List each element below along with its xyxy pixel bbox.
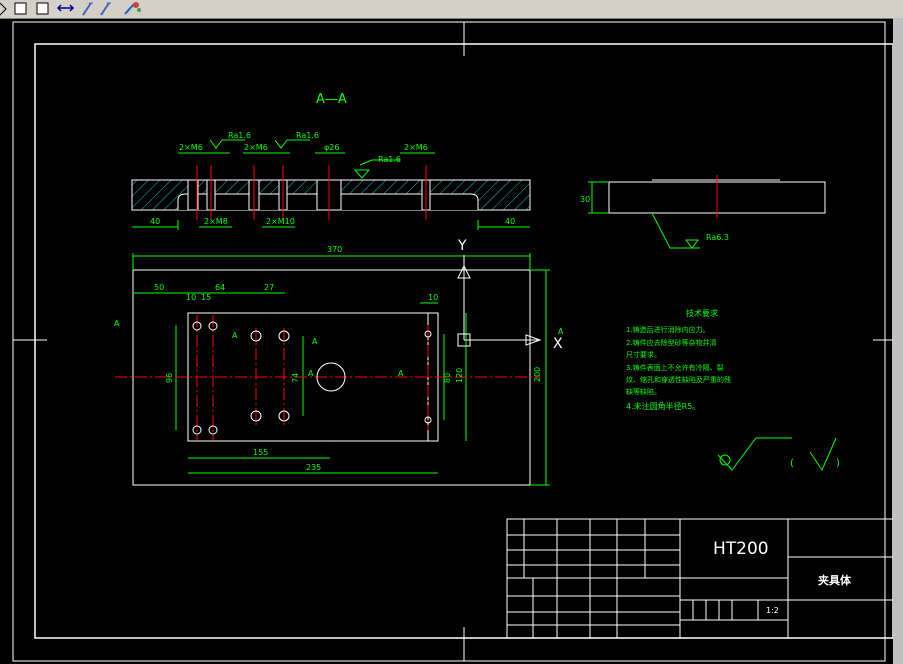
callout-top-1: 2×M6 <box>179 143 203 152</box>
dim-64: 64 <box>215 283 225 292</box>
dim-200: 200 <box>533 367 542 382</box>
plan-dim-labels: 370 50 10 15 64 27 10 200 96 74 80 120 1… <box>114 245 564 472</box>
callout-bottom-4: 40 <box>505 217 515 226</box>
axis-x-label: X <box>553 336 563 352</box>
roughness-close-paren: ) <box>836 458 840 469</box>
dim-155: 155 <box>253 448 268 457</box>
plan-dims <box>132 253 550 486</box>
dim-50: 50 <box>154 283 164 292</box>
paint-tool-icon[interactable] <box>122 1 142 16</box>
side-view: 30 Ra6.3 <box>580 175 826 249</box>
pen-tool-icon[interactable] <box>80 1 95 16</box>
section-mark-3: A <box>312 337 318 346</box>
section-mark-6: A <box>558 327 564 336</box>
tech-req-line-7: 4.未注圆角半径R5。 <box>626 401 700 411</box>
roughness-label-1: Ra1.6 <box>228 131 251 140</box>
material-label: HT200 <box>713 539 769 559</box>
section-mark-1: A <box>114 319 120 328</box>
tech-req-title: 技术要求 <box>686 308 718 318</box>
side-view-dims <box>588 181 700 249</box>
cad-canvas: A—A Ra1.6 Ra1.6 Ra1.6 2×M6 2×M6 φ26 2×M6… <box>12 21 893 662</box>
rectangle-tool-icon[interactable] <box>13 1 28 16</box>
vertical-scrollbar[interactable] <box>893 18 903 664</box>
centering-marks <box>13 22 893 661</box>
roughness-label-2: Ra1.6 <box>296 131 319 140</box>
section-mark-4: A <box>308 369 314 378</box>
tech-req-line-5: 纹、缩孔和穿透性缺陷及严重的残 <box>626 375 731 384</box>
scale-label: 1:2 <box>766 606 779 615</box>
dim-96: 96 <box>165 373 174 383</box>
section-title: A—A <box>316 92 347 107</box>
plan-view: Y X 370 50 10 15 64 27 10 200 96 74 80 1… <box>114 238 564 486</box>
tech-req-line-6: 缺等缺陷。 <box>626 387 661 396</box>
part-name-label: 夹具体 <box>818 573 852 587</box>
section-mark-5: A <box>398 369 404 378</box>
move-tool-icon[interactable] <box>56 1 75 16</box>
dim-235: 235 <box>306 463 321 472</box>
general-roughness <box>717 437 837 472</box>
square-tool-icon[interactable] <box>35 1 50 16</box>
dim-15: 15 <box>201 293 211 302</box>
section-labels: Ra1.6 Ra1.6 Ra1.6 2×M6 2×M6 φ26 2×M6 40 … <box>150 131 515 226</box>
pen-tool-2-icon[interactable] <box>98 1 113 16</box>
dim-10: 10 <box>186 293 196 302</box>
roughness-label-4: Ra6.3 <box>706 233 729 242</box>
tech-requirements: 技术要求 1.铸造后进行消除内应力。 2.铸件应去除型砂等杂物并清 尺寸要求。 … <box>626 308 731 411</box>
callout-bottom-1: 40 <box>150 217 160 226</box>
roughness-label-3: Ra1.6 <box>378 155 401 164</box>
callout-bottom-2: 2×M8 <box>204 217 228 226</box>
toolbar <box>0 0 903 19</box>
dim-370: 370 <box>327 245 342 254</box>
callout-top-3: φ26 <box>324 143 339 152</box>
callout-top-2: 2×M6 <box>244 143 268 152</box>
dim-120: 120 <box>455 368 464 383</box>
section-mark-2: A <box>232 331 238 340</box>
dim-80: 80 <box>443 373 452 383</box>
outer-border <box>12 21 886 662</box>
callout-top-4: 2×M6 <box>404 143 428 152</box>
tech-req-line-1: 1.铸造后进行消除内应力。 <box>626 325 710 334</box>
dim-27: 27 <box>264 283 274 292</box>
tech-req-line-4: 3.铸件表面上不允许有冷隔、裂 <box>626 363 724 372</box>
roughness-open-paren: ( <box>790 458 794 469</box>
tech-req-line-2: 2.铸件应去除型砂等杂物并清 <box>626 338 717 347</box>
callout-bottom-3: 2×M10 <box>266 217 295 226</box>
dim-74: 74 <box>291 373 300 383</box>
plan-centerlines <box>115 315 540 440</box>
side-height-label: 30 <box>580 195 590 204</box>
ucs-axes <box>457 255 542 347</box>
tech-req-line-3: 尺寸要求。 <box>626 350 661 359</box>
section-view: Ra1.6 Ra1.6 Ra1.6 2×M6 2×M6 φ26 2×M6 40 … <box>131 131 531 230</box>
dim-10b: 10 <box>428 293 438 302</box>
cursor-tool-icon[interactable] <box>0 1 8 16</box>
axis-y-label: Y <box>457 238 467 254</box>
